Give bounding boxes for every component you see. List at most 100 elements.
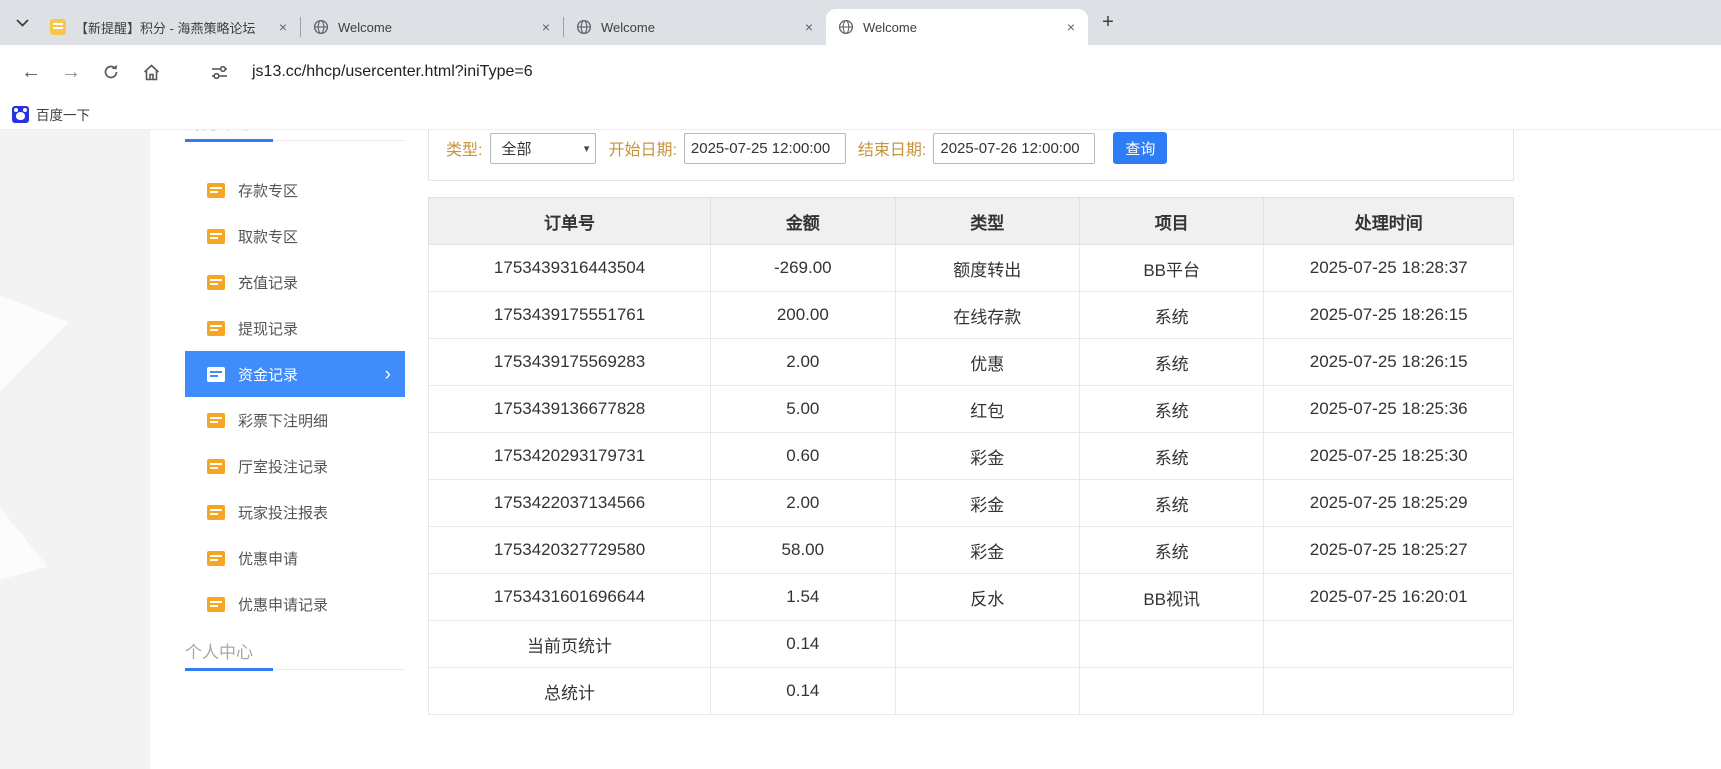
- table-cell: 1753422037134566: [427, 479, 712, 527]
- table-cell: 在线存款: [894, 291, 1080, 339]
- tab-welcome-1[interactable]: Welcome ×: [301, 9, 563, 45]
- table-cell: 2025-07-25 18:28:37: [1263, 244, 1514, 292]
- main-panel: 类型: 全部 ▾ 开始日期: 结束日期: 查询 订单号金额类型项目处理时间 17…: [427, 130, 1514, 715]
- table-cell: 当前页统计: [427, 620, 712, 668]
- sidebar-item-4[interactable]: 提现记录 ›: [185, 305, 405, 351]
- table-cell: 0.60: [710, 432, 896, 480]
- close-icon[interactable]: ×: [274, 18, 292, 36]
- bookmarks-bar: 百度一下: [0, 99, 1721, 130]
- forum-favicon-icon: [50, 19, 66, 35]
- tab-strip: 【新提醒】积分 - 海燕策略论坛 × Welcome × Welcome × W…: [0, 0, 1721, 45]
- sidebar-menu: 存款专区 › 取款专区 › 充值记录 › 提现记录 › 资金记录 › 彩票下注明…: [185, 167, 405, 627]
- home-icon[interactable]: [134, 55, 168, 89]
- sidebar-item-8[interactable]: 玩家投注报表 ›: [185, 489, 405, 535]
- sidebar-section-personal: 个人中心: [185, 641, 405, 671]
- close-icon[interactable]: ×: [800, 18, 818, 36]
- column-header: 订单号: [427, 197, 712, 245]
- menu-icon: [207, 550, 225, 566]
- tab-search-chevron-icon[interactable]: [8, 9, 36, 37]
- watermark-triangle: [0, 478, 67, 626]
- forward-icon[interactable]: →: [54, 55, 88, 89]
- table-cell: 1753439175551761: [427, 291, 712, 339]
- column-header: 金额: [710, 197, 896, 245]
- address-bar-url[interactable]: js13.cc/hhcp/usercenter.html?iniType=6: [252, 63, 533, 81]
- navigation-toolbar: ← → js13.cc/hhcp/usercenter.html?iniType…: [0, 45, 1721, 99]
- sidebar-item-label: 厅室投注记录: [238, 458, 329, 476]
- sidebar-item-label: 彩票下注明细: [238, 412, 329, 430]
- type-label: 类型:: [446, 142, 483, 159]
- column-header: 项目: [1078, 197, 1265, 245]
- table-cell: 1753431601696644: [427, 573, 712, 621]
- table-row: 1753431601696644 1.54 反水 BB视讯 2025-07-25 16:…: [427, 573, 1514, 621]
- bookmark-baidu[interactable]: 百度一下: [12, 104, 90, 124]
- table-cell: 2025-07-25 18:26:15: [1263, 338, 1514, 386]
- tab-welcome-active[interactable]: Welcome ×: [826, 9, 1088, 45]
- table-cell: 5.00: [710, 385, 896, 433]
- sidebar-item-10[interactable]: 优惠申请记录 ›: [185, 581, 405, 627]
- table-cell: [894, 667, 1080, 715]
- sidebar-item-6[interactable]: 彩票下注明细 ›: [185, 397, 405, 443]
- table-row: 当前页统计 0.14: [427, 620, 1514, 668]
- table-cell: 1753420327729580: [427, 526, 712, 574]
- table-cell: BB平台: [1078, 244, 1265, 292]
- table-cell: 系统: [1078, 526, 1265, 574]
- table-cell: 彩金: [894, 432, 1080, 480]
- table-cell: BB视讯: [1078, 573, 1265, 621]
- baidu-icon: [12, 105, 29, 123]
- tab-title: 【新提醒】积分 - 海燕策略论坛: [75, 20, 256, 36]
- table-cell: 58.00: [710, 526, 896, 574]
- new-tab-icon[interactable]: +: [1094, 9, 1122, 37]
- table-cell: 1753439175569283: [427, 338, 712, 386]
- table-body: 1753439316443504 -269.00 额度转出 BB平台 2025-07-2…: [427, 244, 1514, 715]
- sidebar-item-label: 取款专区: [238, 228, 299, 246]
- table-cell: 1.54: [710, 573, 896, 621]
- end-date-input[interactable]: [933, 132, 1096, 164]
- table-cell: [1078, 620, 1265, 668]
- records-table: 订单号 金额 类型 项目 处理时间 1753439316443504 -269.00 额度转…: [427, 197, 1514, 715]
- table-cell: 0.14: [710, 620, 896, 668]
- table-cell: 2025-07-25 18:25:29: [1263, 479, 1514, 527]
- table-cell: 彩金: [894, 526, 1080, 574]
- table-cell: 系统: [1078, 385, 1265, 433]
- query-button[interactable]: 查询: [1113, 132, 1168, 164]
- bookmark-label: 百度一下: [36, 108, 90, 123]
- watermark-triangle: [0, 261, 82, 403]
- table-cell: [1263, 667, 1514, 715]
- tab-title: Welcome: [601, 19, 655, 35]
- menu-icon: [207, 596, 225, 612]
- reload-icon[interactable]: [94, 55, 128, 89]
- records-table-wrap: 订单号 金额 类型 项目 处理时间 1753439316443504 -269.00 额度转…: [427, 197, 1514, 715]
- close-icon[interactable]: ×: [537, 18, 555, 36]
- table-cell: -269.00: [710, 244, 896, 292]
- table-cell: 2025-07-25 16:20:01: [1263, 573, 1514, 621]
- sidebar-item-label: 玩家投注报表: [238, 504, 329, 522]
- globe-icon: [313, 19, 329, 35]
- tab-welcome-2[interactable]: Welcome ×: [564, 9, 826, 45]
- chevron-down-icon: ▾: [583, 142, 590, 155]
- table-header-row: 订单号 金额 类型 项目 处理时间: [427, 197, 1514, 245]
- start-date-label: 开始日期:: [608, 142, 677, 159]
- table-cell: 2025-07-25 18:25:30: [1263, 432, 1514, 480]
- table-cell: 2025-07-25 18:26:15: [1263, 291, 1514, 339]
- sidebar-item-5[interactable]: 资金记录 ›: [185, 351, 405, 397]
- back-icon[interactable]: ←: [14, 55, 48, 89]
- tab-forum[interactable]: 【新提醒】积分 - 海燕策略论坛 ×: [38, 9, 300, 45]
- sidebar-item-2[interactable]: 取款专区 ›: [185, 213, 405, 259]
- filter-bar: 类型: 全部 ▾ 开始日期: 结束日期: 查询: [428, 130, 1514, 181]
- start-date-input[interactable]: [683, 132, 846, 164]
- table-row: 1753420293179731 0.60 彩金 系统 2025-07-25 18:25…: [427, 432, 1514, 480]
- table-row: 1753439136677828 5.00 红包 系统 2025-07-25 18:25…: [427, 385, 1514, 433]
- sidebar-item-3[interactable]: 充值记录 ›: [185, 259, 405, 305]
- table-cell: 1753420293179731: [427, 432, 712, 480]
- browser-window: 【新提醒】积分 - 海燕策略论坛 × Welcome × Welcome × W…: [0, 0, 1721, 769]
- sidebar-item-7[interactable]: 厅室投注记录 ›: [185, 443, 405, 489]
- table-cell: 系统: [1078, 338, 1265, 386]
- type-select[interactable]: 全部 ▾: [490, 132, 597, 164]
- close-icon[interactable]: ×: [1062, 18, 1080, 36]
- site-controls-icon[interactable]: [202, 55, 236, 89]
- table-cell: 系统: [1078, 291, 1265, 339]
- sidebar-item-label: 存款专区: [238, 182, 299, 200]
- sidebar-item-1[interactable]: 存款专区 ›: [185, 167, 405, 213]
- globe-icon: [576, 19, 592, 35]
- sidebar-item-9[interactable]: 优惠申请 ›: [185, 535, 405, 581]
